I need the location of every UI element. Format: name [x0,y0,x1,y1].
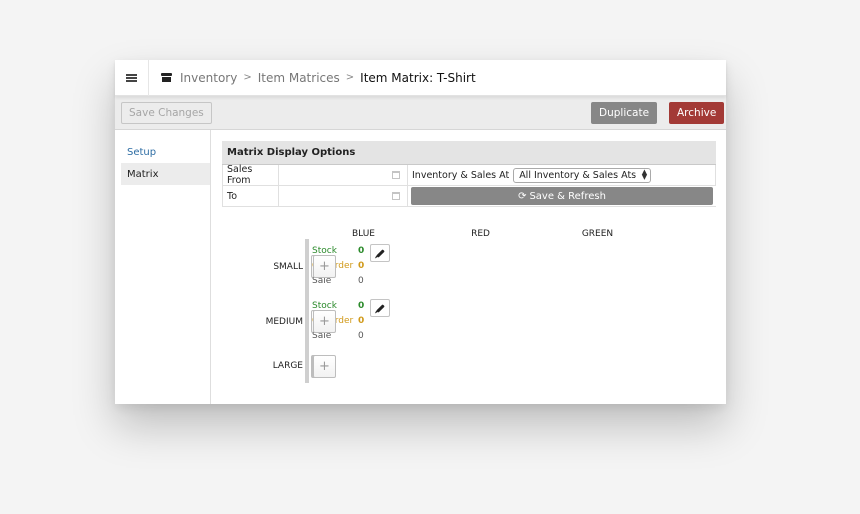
menu-button[interactable] [115,59,149,96]
add-variant-button[interactable]: + [313,310,336,333]
duplicate-button[interactable]: Duplicate [591,102,658,124]
inventory-location-value: All Inventory & Sales Ats [519,169,637,181]
inventory-sales-at-label: Inventory & Sales At [412,169,510,181]
main-panel: Matrix Display Options Sales From Invent… [222,141,716,383]
hamburger-icon [126,73,137,82]
matrix-table: + Stock0 On Order0 Sale0 + [305,239,390,383]
edit-item-button[interactable] [370,299,390,317]
breadcrumb-inventory[interactable]: Inventory [180,71,237,85]
on-order-value: 0 [358,316,365,326]
to-date-input[interactable] [279,186,408,206]
sidebar-item-setup[interactable]: Setup [121,141,210,163]
column-header-blue: BLUE [351,229,375,239]
sales-from-label: Sales From [222,164,279,186]
on-order-value: 0 [358,261,365,271]
options-row-sales-from: Sales From Inventory & Sales At All Inve… [222,164,716,186]
cell-medium-green: + [307,294,336,350]
refresh-group: ⟳ Save & Refresh [408,186,713,206]
item-matrix-window: Inventory > Item Matrices > Item Matrix:… [115,59,726,404]
cell-small-green: + [307,239,336,295]
sales-from-input[interactable] [279,165,408,185]
column-header-green: GREEN [581,229,614,239]
toolbar: Save Changes Duplicate Archive [115,96,726,130]
cell-large-green: + [307,349,336,383]
sidebar-item-matrix[interactable]: Matrix [121,163,210,185]
row-header-large: LARGE [272,361,303,371]
stock-value: 0 [358,301,365,311]
sale-value: 0 [358,276,364,286]
row-header-small: SMALL [273,262,303,272]
pencil-icon [375,248,385,258]
matrix-row-medium: + Stock0 On Order0 Sale0 + [305,294,390,350]
calendar-icon[interactable] [392,171,400,179]
breadcrumb-item-matrices[interactable]: Item Matrices [258,71,340,85]
column-header-red: RED [471,229,490,239]
archive-box-icon [161,73,172,82]
to-label: To [222,186,279,206]
save-refresh-button[interactable]: ⟳ Save & Refresh [411,187,713,205]
sidebar: Setup Matrix [115,130,211,404]
calendar-icon[interactable] [392,192,400,200]
inventory-location-group: Inventory & Sales At All Inventory & Sal… [408,165,716,185]
matrix-row-large: + + + [305,349,336,383]
select-arrows-icon: ▲ ▼ [641,167,648,181]
breadcrumb: Inventory > Item Matrices > Item Matrix:… [149,71,476,85]
matrix-row-small: + Stock0 On Order0 Sale0 + [305,239,390,295]
chevron-right-icon: > [243,72,252,83]
add-variant-button[interactable]: + [313,355,336,378]
content-area: Setup Matrix Matrix Display Options Sale… [115,130,726,404]
stock-value: 0 [358,246,365,256]
save-changes-button[interactable]: Save Changes [121,101,212,124]
top-bar: Inventory > Item Matrices > Item Matrix:… [115,59,726,96]
inventory-location-select[interactable]: All Inventory & Sales Ats ▲ ▼ [513,167,652,183]
edit-item-button[interactable] [370,244,390,262]
row-header-medium: MEDIUM [265,317,303,327]
page-title: Item Matrix: T-Shirt [360,70,476,85]
add-variant-button[interactable]: + [313,255,336,278]
options-header: Matrix Display Options [222,141,716,165]
pencil-icon [375,303,385,313]
options-row-to: To ⟳ Save & Refresh [222,186,716,207]
chevron-right-icon: > [345,72,355,83]
save-refresh-label: Save & Refresh [529,190,606,202]
refresh-icon: ⟳ [518,190,527,202]
archive-button[interactable]: Archive [669,102,725,124]
sale-value: 0 [358,331,364,341]
